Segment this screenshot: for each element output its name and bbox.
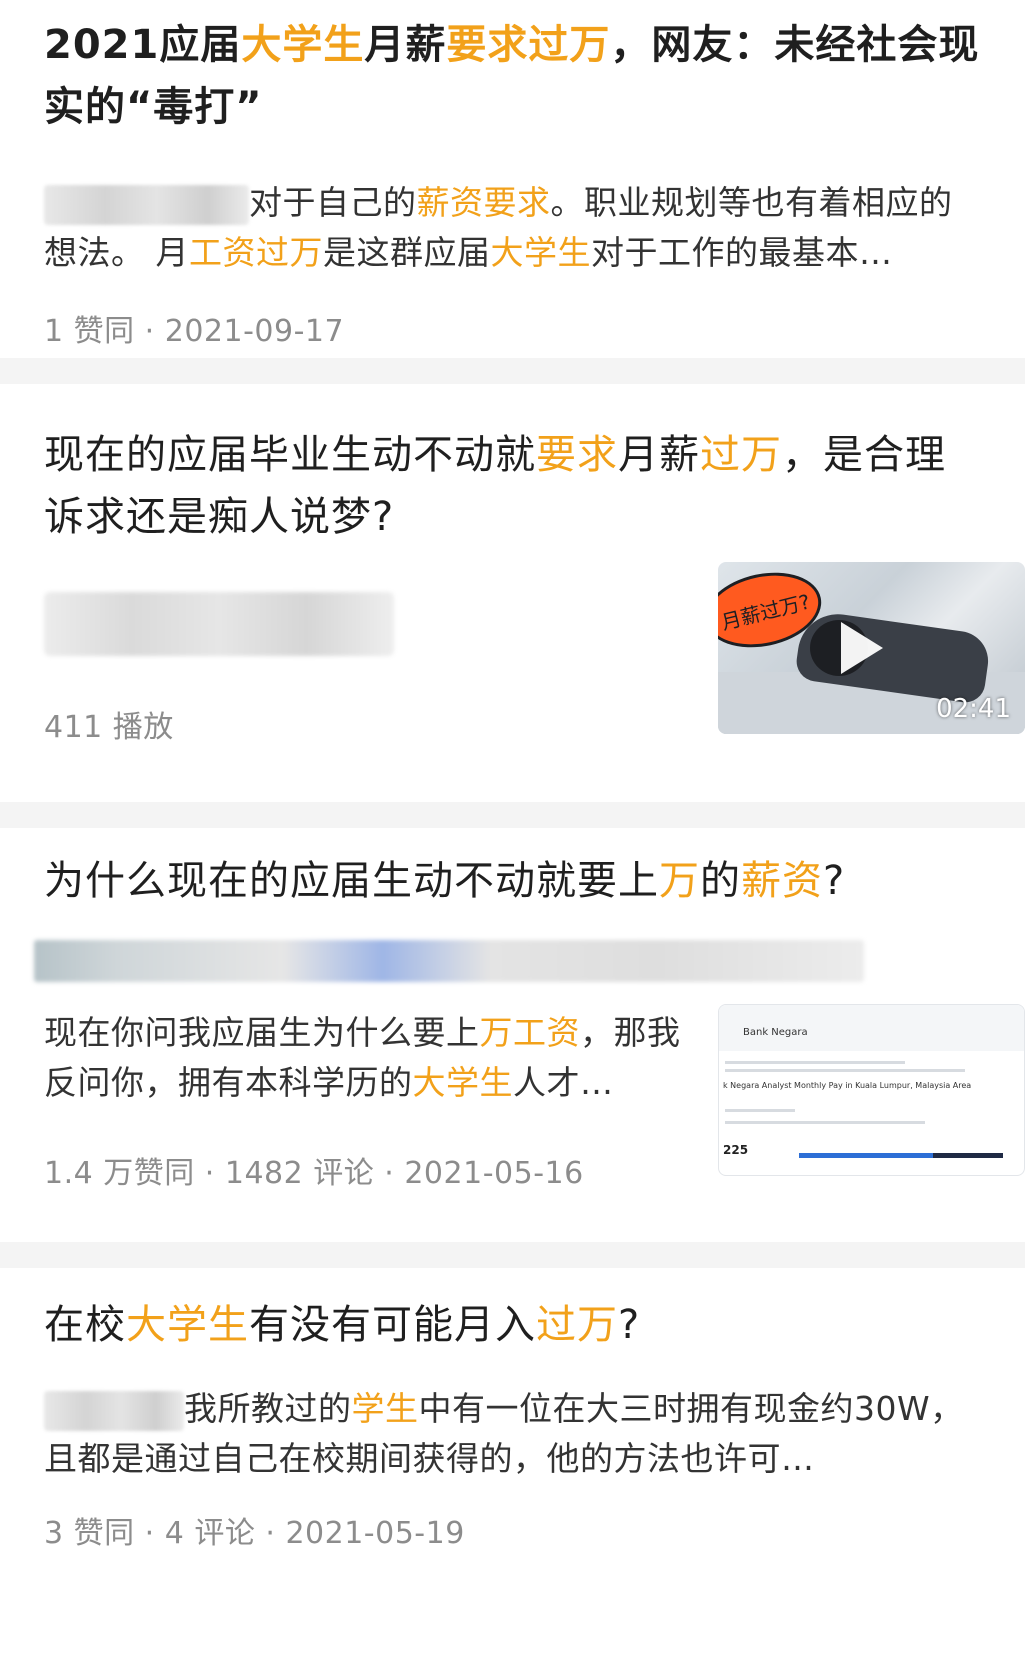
redacted-author (34, 940, 864, 982)
title-segment: 月薪 (618, 432, 700, 478)
title-highlight: 过万 (700, 432, 782, 478)
title-segment: 月薪 (364, 22, 447, 68)
title-highlight: 大学生 (241, 22, 365, 68)
title-highlight: 要求过万 (446, 22, 611, 68)
result-snippet: 现在你问我应届生为什么要上万工资，那我反问你，拥有本科学历的大学生人才… (44, 1008, 684, 1108)
thumbnail-chart-bar (933, 1153, 1003, 1158)
result-card[interactable]: 为什么现在的应届生动不动就要上万的薪资? 现在你问我应届生为什么要上万工资，那我… (0, 828, 1025, 1242)
title-highlight: 大学生 (126, 1302, 249, 1348)
result-snippet: 对于自己的薪资要求。职业规划等也有着相应的想法。 月工资过万是这群应届大学生对于… (44, 178, 981, 278)
result-title[interactable]: 为什么现在的应届生动不动就要上万的薪资? (44, 850, 981, 912)
title-segment: 的 (700, 858, 741, 904)
title-highlight: 要求 (536, 432, 618, 478)
snippet-segment: 对于自己的 (249, 183, 417, 222)
redacted-author (44, 184, 249, 225)
title-highlight: 万 (659, 858, 700, 904)
redacted-author (44, 592, 394, 656)
snippet-segment: 人才… (513, 1063, 614, 1102)
snippet-highlight: 大学生 (490, 233, 591, 272)
title-segment: 为什么现在的应届生动不动就要上 (44, 858, 659, 904)
title-segment: 在校 (44, 1302, 126, 1348)
result-card[interactable]: 2021应届大学生月薪要求过万，网友：未经社会现实的“毒打” 对于自己的薪资要求… (0, 0, 1025, 358)
thumbnail-number: 225 (723, 1143, 749, 1157)
card-separator (0, 1242, 1025, 1268)
thumbnail-line (725, 1069, 965, 1072)
snippet-highlight: 薪资要求 (416, 183, 551, 222)
title-highlight: 过万 (536, 1302, 618, 1348)
redacted-author (44, 1390, 184, 1431)
result-title[interactable]: 2021应届大学生月薪要求过万，网友：未经社会现实的“毒打” (44, 14, 981, 138)
title-segment: 现在的应届毕业生动不动就 (44, 432, 536, 478)
title-segment: ? (618, 1302, 641, 1348)
result-snippet: 我所教过的学生中有一位在大三时拥有现金约30W，且都是通过自己在校期间获得的，他… (44, 1384, 981, 1484)
thumbnail-line (725, 1121, 925, 1124)
result-title[interactable]: 在校大学生有没有可能月入过万? (44, 1294, 981, 1356)
result-meta: 411 播放 (44, 710, 174, 745)
thumbnail-caption: k Negara Analyst Monthly Pay in Kuala Lu… (723, 1081, 972, 1090)
snippet-segment: 现在你问我应届生为什么要上 (44, 1013, 480, 1052)
snippet-highlight: 万工资 (479, 1013, 580, 1052)
play-icon[interactable] (841, 622, 883, 674)
thumbnail-line (725, 1109, 795, 1112)
result-meta: 1 赞同 · 2021-09-17 (44, 314, 345, 349)
result-card[interactable]: 在校大学生有没有可能月入过万? 我所教过的学生中有一位在大三时拥有现金约30W，… (0, 1268, 1025, 1668)
title-highlight: 薪资 (741, 858, 823, 904)
card-separator (0, 358, 1025, 384)
thumbnail-header-text: Bank Negara (743, 1027, 808, 1038)
card-separator (0, 802, 1025, 828)
snippet-highlight: 大学生 (412, 1063, 513, 1102)
snippet-highlight: 学生 (351, 1389, 419, 1428)
snippet-segment: 对于工作的最基本… (591, 233, 893, 272)
result-title[interactable]: 现在的应届毕业生动不动就要求月薪过万，是合理诉求还是痴人说梦? (44, 424, 981, 548)
result-card[interactable]: 现在的应届毕业生动不动就要求月薪过万，是合理诉求还是痴人说梦? 411 播放 月… (0, 384, 1025, 802)
thumbnail-line (725, 1061, 905, 1064)
article-thumbnail[interactable]: Bank Negara k Negara Analyst Monthly Pay… (718, 1004, 1025, 1176)
video-thumbnail[interactable]: 月薪过万? 02:41 (718, 562, 1025, 734)
thumbnail-chart-bar (799, 1153, 933, 1158)
result-meta: 3 赞同 · 4 评论 · 2021-05-19 (44, 1516, 465, 1551)
snippet-highlight: 工资过万 (189, 233, 323, 272)
title-segment: ? (823, 858, 846, 904)
search-results-feed: 2021应届大学生月薪要求过万，网友：未经社会现实的“毒打” 对于自己的薪资要求… (0, 0, 1025, 1668)
video-duration: 02:41 (936, 694, 1011, 724)
snippet-segment: 是这群应届 (323, 233, 491, 272)
snippet-segment: 我所教过的 (184, 1389, 352, 1428)
title-segment: 有没有可能月入 (249, 1302, 536, 1348)
title-segment: 2021应届 (44, 22, 242, 68)
